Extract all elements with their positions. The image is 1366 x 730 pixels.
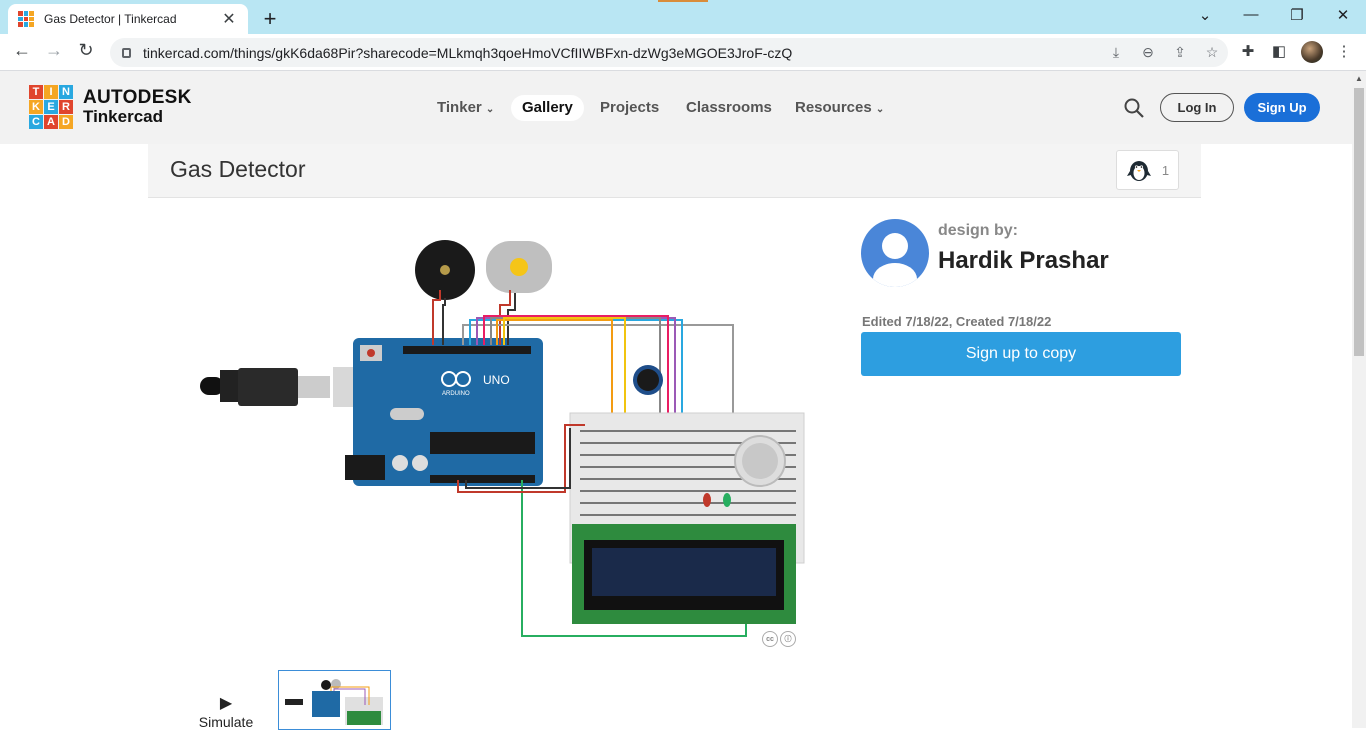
brand-line2: Tinkercad (83, 107, 164, 126)
logo-tile: I (44, 85, 58, 99)
reset-button-cap (367, 349, 375, 357)
tab-title: Gas Detector | Tinkercad (44, 12, 177, 26)
nav-projects[interactable]: Projects (600, 95, 659, 121)
usb-connector (298, 376, 330, 398)
buzzer-center (440, 265, 450, 275)
atmega-chip (430, 432, 535, 454)
sidepanel-icon[interactable]: ◧ (1268, 42, 1290, 60)
star-icon[interactable]: ☆ (1196, 44, 1228, 61)
nav-gallery[interactable]: Gallery (511, 95, 584, 121)
design-by-label: design by: (938, 222, 1019, 239)
chevron-down-icon: ⌄ (485, 104, 495, 115)
thumbnail-preview (285, 679, 383, 725)
new-tab-icon[interactable]: + (258, 6, 282, 32)
reload-icon[interactable]: ↻ (74, 40, 98, 61)
tinkercad-favicon-icon (18, 11, 34, 27)
forward-icon[interactable]: → (42, 40, 66, 61)
nav-classrooms[interactable]: Classrooms (686, 95, 772, 121)
usb-cable-body (220, 370, 240, 402)
logo-tile: K (29, 100, 43, 114)
potentiometer-knob (637, 369, 659, 391)
nav-resources-label: Resources (795, 99, 872, 116)
logo-tile: T (29, 85, 43, 99)
board-brand: ARDUINO (442, 391, 470, 397)
lock-icon (122, 47, 131, 58)
designer-avatar[interactable] (861, 219, 929, 287)
capacitor-1 (392, 455, 408, 471)
like-count: 1 (1161, 162, 1170, 178)
scroll-up-icon[interactable]: ▲ (1355, 74, 1363, 83)
design-title-bar: Gas Detector 1 (148, 144, 1201, 198)
power-jack (345, 455, 385, 480)
close-window-icon[interactable]: ✕ (1331, 6, 1355, 24)
capacitor-2 (412, 455, 428, 471)
usb-port (333, 367, 355, 407)
lcd-screen (592, 548, 776, 596)
nav-resources[interactable]: Resources ⌄ (795, 95, 884, 121)
extensions-icon[interactable]: ✚ (1237, 42, 1259, 60)
logo-tile: N (59, 85, 73, 99)
close-tab-icon[interactable]: ✕ (220, 9, 238, 29)
site-header: TIN KER CAD AUTODESK Tinkercad Tinker ⌄ Ga… (0, 71, 1352, 144)
cc-icon: cc (762, 631, 778, 647)
edited-date: Edited 7/18/22, Created 7/18/22 (862, 314, 1052, 329)
sign-up-to-copy-button[interactable]: Sign up to copy (861, 332, 1181, 376)
led-green (723, 493, 731, 507)
logo-tile: E (44, 100, 58, 114)
brand-name[interactable]: AUTODESK Tinkercad (83, 88, 192, 126)
license-icons[interactable]: cc ⓘ (762, 631, 796, 647)
board-label: UNO (483, 373, 510, 387)
back-icon[interactable]: ← (10, 40, 34, 61)
profile-avatar[interactable] (1301, 41, 1323, 63)
signup-button[interactable]: Sign Up (1244, 93, 1320, 122)
search-icon[interactable] (1124, 97, 1144, 119)
address-bar[interactable]: tinkercad.com/things/gkK6da68Pir?shareco… (110, 38, 1228, 67)
user-icon (873, 233, 917, 287)
tab-indicator (658, 0, 708, 2)
logo-tile: D (59, 115, 73, 129)
digital-header (403, 346, 531, 354)
share-icon[interactable]: ⇪ (1164, 44, 1196, 61)
logo-tile: A (44, 115, 58, 129)
penguin-icon (1126, 161, 1151, 181)
chevron-down-icon: ⌄ (875, 104, 885, 115)
design-thumbnail[interactable] (278, 670, 391, 730)
simulate-button[interactable]: ▶ Simulate (194, 693, 258, 730)
restore-icon[interactable]: ❐ (1285, 6, 1309, 24)
crystal (390, 408, 424, 420)
zoom-icon[interactable]: ⊖ (1132, 44, 1164, 61)
nav-tinker-label: Tinker (437, 99, 482, 116)
install-icon[interactable]: ⤓ (1100, 44, 1132, 61)
design-title: Gas Detector (170, 156, 306, 182)
menu-icon[interactable]: ⋮ (1333, 42, 1355, 60)
tinkercad-logo[interactable]: TIN KER CAD (29, 85, 73, 129)
url-text[interactable]: tinkercad.com/things/gkK6da68Pir?shareco… (143, 45, 1100, 61)
analog-header (430, 475, 535, 483)
led-red (703, 493, 711, 507)
like-button[interactable]: 1 (1116, 150, 1179, 190)
motor-shaft (510, 258, 528, 276)
gas-sensor-mesh (742, 443, 778, 479)
play-icon: ▶ (219, 695, 233, 712)
browser-tab-strip: Gas Detector | Tinkercad ✕ + ⌄ — ❐ ✕ (0, 0, 1366, 34)
author-name[interactable]: Hardik Prashar (938, 247, 1109, 275)
brand-line1: AUTODESK (83, 87, 192, 108)
logo-tile: R (59, 100, 73, 114)
nav-tinker[interactable]: Tinker ⌄ (437, 95, 494, 121)
tab-search-icon[interactable]: ⌄ (1193, 6, 1217, 24)
logo-tile: C (29, 115, 43, 129)
login-button[interactable]: Log In (1160, 93, 1234, 122)
circuit-preview[interactable]: UNO ARDUINO (190, 225, 810, 655)
minimize-icon[interactable]: — (1239, 6, 1263, 23)
browser-tab[interactable]: Gas Detector | Tinkercad ✕ (8, 4, 248, 34)
attribution-icon: ⓘ (780, 631, 796, 647)
usb-plug (238, 368, 298, 406)
browser-toolbar: ← → ↻ tinkercad.com/things/gkK6da68Pir?s… (0, 34, 1366, 71)
scrollbar-thumb[interactable] (1354, 88, 1364, 356)
